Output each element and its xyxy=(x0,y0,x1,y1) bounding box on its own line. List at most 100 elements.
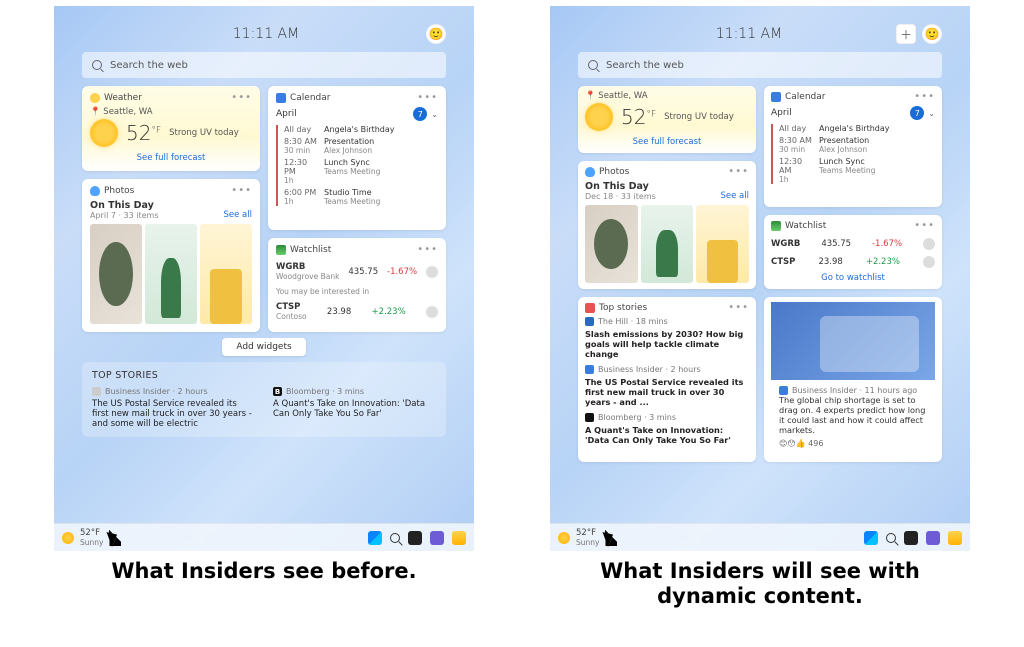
cursor-icon xyxy=(109,530,121,546)
more-icon[interactable]: ••• xyxy=(417,92,438,103)
weather-widget[interactable]: 📍 Seattle, WA 52°F Strong UV today See f… xyxy=(578,86,756,153)
more-icon[interactable]: ••• xyxy=(914,91,935,102)
news-story[interactable]: Business Insider · 2 hoursThe US Postal … xyxy=(585,365,749,407)
search-input[interactable]: Search the web xyxy=(578,52,942,78)
news-story[interactable]: The Hill · 18 minsSlash emissions by 203… xyxy=(585,317,749,359)
taskbar-weather[interactable]: 52°FSunny xyxy=(576,528,599,547)
explorer-icon[interactable] xyxy=(948,531,962,545)
weather-taskbar-icon xyxy=(62,532,74,544)
news-image-card[interactable]: Business Insider · 11 hours ago The glob… xyxy=(764,297,942,462)
stock-sparkline-icon xyxy=(426,306,438,318)
news-story[interactable]: Business Insider · 2 hours The US Postal… xyxy=(92,387,255,429)
more-icon[interactable]: ••• xyxy=(728,302,749,313)
photos-heading: On This Day xyxy=(585,181,656,192)
weather-condition: Strong UV today xyxy=(169,128,239,138)
calendar-day-badge[interactable]: 7 xyxy=(910,106,924,120)
forecast-link[interactable]: See full forecast xyxy=(90,153,252,163)
start-button[interactable] xyxy=(368,531,382,545)
photos-widget[interactable]: Photos••• On This Day Dec 18 · 33 items … xyxy=(578,161,756,289)
calendar-month: April xyxy=(771,108,792,118)
start-button[interactable] xyxy=(864,531,878,545)
photo-thumb[interactable] xyxy=(585,205,638,283)
watchlist-widget[interactable]: Watchlist••• WGRB 435.75 -1.67% CTSP 23.… xyxy=(764,215,942,289)
weather-taskbar-icon xyxy=(558,532,570,544)
sun-icon xyxy=(585,103,613,131)
stock-sparkline-icon xyxy=(923,256,935,268)
add-widgets-button[interactable]: Add widgets xyxy=(222,338,305,356)
calendar-month: April xyxy=(276,109,297,119)
watchlist-icon xyxy=(771,221,781,231)
chevron-down-icon[interactable]: ⌄ xyxy=(928,109,935,118)
taskbar-search-icon[interactable] xyxy=(390,533,400,543)
cursor-icon xyxy=(605,530,617,546)
explorer-icon[interactable] xyxy=(452,531,466,545)
see-all-link[interactable]: See all xyxy=(224,210,253,220)
news-image xyxy=(771,302,935,380)
photo-thumb[interactable] xyxy=(641,205,694,283)
weather-location: 📍 Seattle, WA xyxy=(90,107,252,117)
chat-icon[interactable] xyxy=(926,531,940,545)
calendar-event[interactable]: 6:00 PM1hStudio TimeTeams Meeting xyxy=(284,188,438,206)
stock-sparkline-icon xyxy=(923,238,935,250)
add-widget-button[interactable]: ＋ xyxy=(896,24,916,44)
calendar-icon xyxy=(276,93,286,103)
sun-icon xyxy=(90,119,118,147)
weather-widget[interactable]: Weather••• 📍 Seattle, WA 52°F Strong UV … xyxy=(82,86,260,171)
more-icon[interactable]: ••• xyxy=(417,244,438,255)
weather-icon xyxy=(90,93,100,103)
calendar-widget[interactable]: Calendar••• April 7 ⌄ All dayAngela's Bi… xyxy=(268,86,446,230)
calendar-event[interactable]: 12:30 PM1hLunch SyncTeams Meeting xyxy=(284,158,438,185)
caption-before: What Insiders see before. xyxy=(111,559,416,584)
calendar-widget[interactable]: Calendar••• April 7 ⌄ All dayAngela's Bi… xyxy=(764,86,942,207)
more-icon[interactable]: ••• xyxy=(914,220,935,231)
more-icon[interactable]: ••• xyxy=(231,185,252,196)
calendar-events: All dayAngela's Birthday 8:30 AM30 minPre… xyxy=(276,125,438,206)
weather-temp: 52°F xyxy=(126,121,161,145)
user-avatar[interactable]: 🙂 xyxy=(922,24,942,44)
taskbar-search-icon[interactable] xyxy=(886,533,896,543)
stock-row[interactable]: CTSP 23.98 +2.23% xyxy=(771,253,935,271)
clock: 11:11 AM xyxy=(602,26,896,42)
news-story[interactable]: Bloomberg · 3 minsA Quant's Take on Inno… xyxy=(585,413,749,445)
taskview-icon[interactable] xyxy=(904,531,918,545)
photos-icon xyxy=(585,167,595,177)
go-watchlist-link[interactable]: Go to watchlist xyxy=(771,273,935,283)
calendar-event[interactable]: 8:30 AM30 minPresentationAlex Johnson xyxy=(284,137,438,155)
photo-thumb[interactable] xyxy=(200,224,252,324)
photo-thumb[interactable] xyxy=(145,224,197,324)
chat-icon[interactable] xyxy=(430,531,444,545)
search-input[interactable]: Search the web xyxy=(82,52,446,78)
news-icon xyxy=(585,303,595,313)
user-avatar[interactable]: 🙂 xyxy=(426,24,446,44)
calendar-day-badge[interactable]: 7 xyxy=(413,107,427,121)
stock-row[interactable]: WGRBWoodgrove Bank 435.75 -1.67% xyxy=(276,259,438,284)
interest-label: You may be interested in xyxy=(276,287,438,296)
photo-thumb[interactable] xyxy=(696,205,749,283)
weather-location: 📍 Seattle, WA xyxy=(585,91,749,101)
top-stories-widget[interactable]: Top stories••• The Hill · 18 minsSlash e… xyxy=(578,297,756,462)
taskbar-weather[interactable]: 52°FSunny xyxy=(80,528,103,547)
news-story[interactable]: BBloomberg · 3 mins A Quant's Take on In… xyxy=(273,387,436,429)
reactions[interactable]: 😊😯👍 496 xyxy=(779,439,927,448)
calendar-event[interactable]: 12:30 AM1hLunch SyncTeams Meeting xyxy=(779,157,935,184)
photos-widget[interactable]: Photos••• On This Day April 7 · 33 items… xyxy=(82,179,260,332)
taskview-icon[interactable] xyxy=(408,531,422,545)
calendar-event[interactable]: All dayAngela's Birthday xyxy=(779,124,935,133)
see-all-link[interactable]: See all xyxy=(721,191,750,201)
more-icon[interactable]: ••• xyxy=(728,166,749,177)
watchlist-widget[interactable]: Watchlist••• WGRBWoodgrove Bank 435.75 -… xyxy=(268,238,446,332)
source-icon xyxy=(779,386,788,395)
forecast-link[interactable]: See full forecast xyxy=(585,137,749,147)
chevron-down-icon[interactable]: ⌄ xyxy=(431,110,438,119)
stock-row[interactable]: CTSPContoso 23.98 +2.23% xyxy=(276,299,438,324)
photo-thumb[interactable] xyxy=(90,224,142,324)
source-icon xyxy=(585,413,594,422)
calendar-event[interactable]: All dayAngela's Birthday xyxy=(284,125,438,134)
calendar-events: All dayAngela's Birthday 8:30 AM30 minPre… xyxy=(771,124,935,184)
calendar-event[interactable]: 8:30 AM30 minPresentationAlex Johnson xyxy=(779,136,935,154)
more-icon[interactable]: ••• xyxy=(231,92,252,103)
top-stories-section: TOP STORIES Business Insider · 2 hours T… xyxy=(82,362,446,437)
weather-condition: Strong UV today xyxy=(664,112,734,122)
photos-heading: On This Day xyxy=(90,200,159,211)
stock-row[interactable]: WGRB 435.75 -1.67% xyxy=(771,235,935,253)
